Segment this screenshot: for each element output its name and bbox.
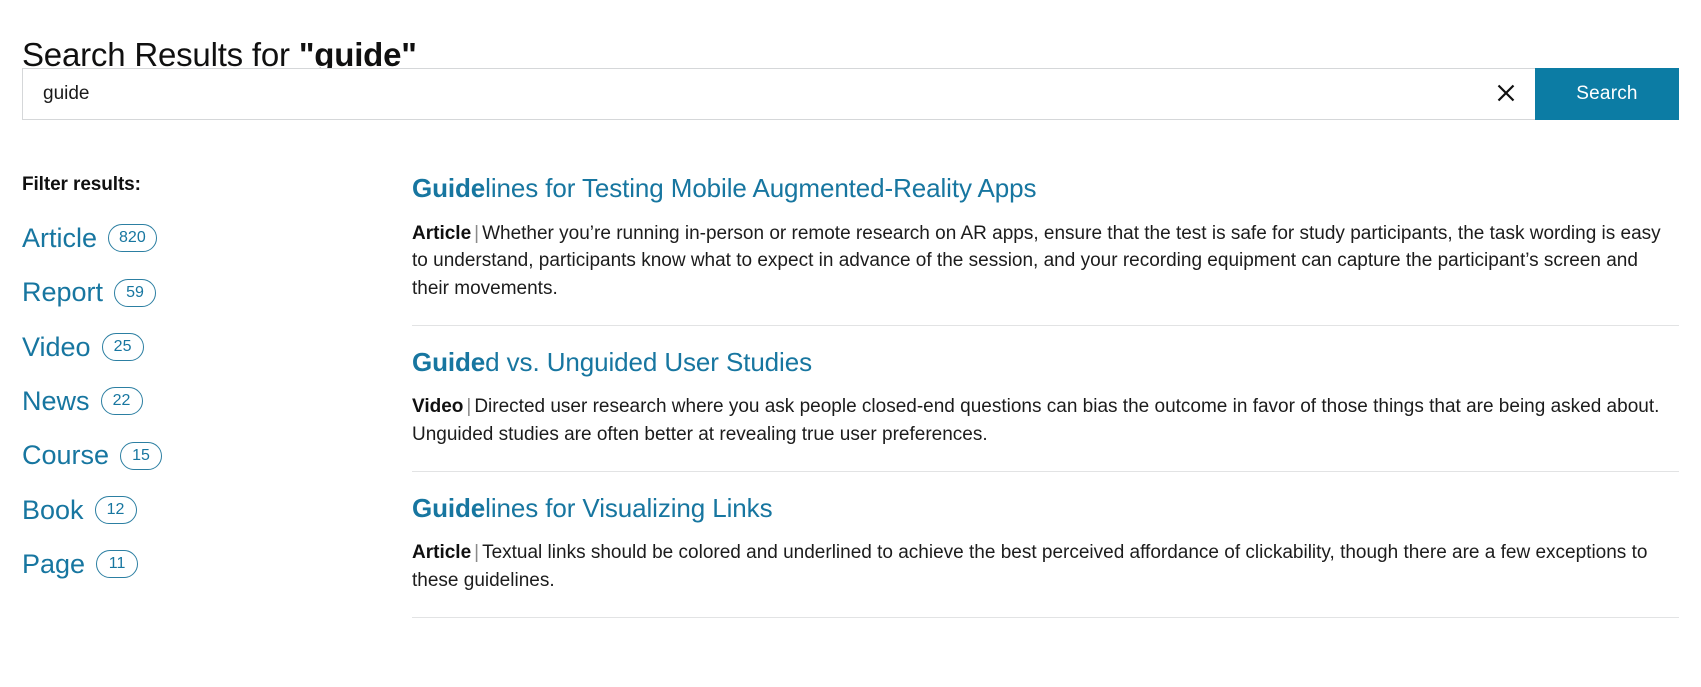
result-description: Article | Whether you’re running in-person… xyxy=(412,220,1679,303)
result-separator: | xyxy=(474,542,480,564)
result-description: Video | Directed user research where you a… xyxy=(412,393,1679,448)
result-title-match: Guide xyxy=(412,492,486,523)
result-divider xyxy=(412,324,1679,326)
result-separator: | xyxy=(474,222,480,244)
filter-item-report[interactable]: Report 59 xyxy=(22,277,157,308)
filter-sidebar: Filter results: Article 820 Report 59 Video 2… xyxy=(22,174,382,604)
search-bar: Search xyxy=(22,68,1679,120)
result-divider xyxy=(412,616,1679,618)
filter-list: Article 820 Report 59 Video 25 News 22 Course 15 B… xyxy=(22,224,382,578)
result-title-match: Guide xyxy=(412,173,486,203)
filter-item-count: 15 xyxy=(120,441,163,470)
result-title-link[interactable]: Guidelines for Testing Mobile Augmented-… xyxy=(412,173,1679,204)
filter-item-label: Article xyxy=(22,223,98,253)
result-separator: | xyxy=(466,396,472,418)
search-input[interactable] xyxy=(23,69,1535,119)
filter-item-label: Video xyxy=(22,331,91,362)
result-item: Guidelines for Testing Mobile Augmented-… xyxy=(412,173,1679,303)
result-title-link[interactable]: Guided vs. Unguided User Studies xyxy=(412,346,1679,378)
filter-item-count: 12 xyxy=(94,495,137,524)
filter-item-label: Course xyxy=(22,440,110,471)
search-results-page: Search Results for "guide" Search Filter… xyxy=(0,0,1701,687)
result-snippet: Directed user research where you ask peo… xyxy=(412,396,1660,445)
filter-item-count: 59 xyxy=(114,278,157,307)
filter-item-article[interactable]: Article 820 xyxy=(22,224,157,252)
result-item: Guided vs. Unguided User Studies Video | Di… xyxy=(412,346,1679,449)
result-snippet: Whether you’re running in-person or remo… xyxy=(412,222,1661,299)
search-input-wrapper xyxy=(22,68,1535,120)
filter-item-label: Book xyxy=(22,494,84,525)
filter-item-count: 22 xyxy=(100,387,143,416)
filter-item-count: 25 xyxy=(101,332,144,361)
filter-list-item: News 22 xyxy=(22,387,382,415)
filter-item-page[interactable]: Page 11 xyxy=(22,549,139,580)
result-type-label: Article xyxy=(412,222,472,244)
result-title-rest: lines for Testing Mobile Augmented-Reali… xyxy=(485,173,1037,203)
filter-list-item: Video 25 xyxy=(22,331,382,362)
filter-item-course[interactable]: Course 15 xyxy=(22,440,163,471)
filter-item-news[interactable]: News 22 xyxy=(22,387,143,415)
result-title-link[interactable]: Guidelines for Visualizing Links xyxy=(412,492,1679,524)
result-divider xyxy=(412,470,1679,472)
result-type-label: Article xyxy=(412,542,472,564)
filter-item-label: Page xyxy=(22,549,86,580)
result-item: Guidelines for Visualizing Links Article |… xyxy=(412,492,1679,595)
result-title-match: Guide xyxy=(412,346,486,377)
result-type-label: Video xyxy=(412,396,464,418)
filter-item-video[interactable]: Video 25 xyxy=(22,331,144,362)
results-list: Guidelines for Testing Mobile Augmented-… xyxy=(412,173,1679,640)
filter-item-label: Report xyxy=(22,277,104,308)
result-description: Article | Textual links should be colored … xyxy=(412,539,1679,594)
filter-heading: Filter results: xyxy=(22,174,141,195)
filter-item-count: 820 xyxy=(108,224,157,253)
close-x-icon xyxy=(1494,81,1518,108)
filter-item-label: News xyxy=(22,386,90,417)
filter-list-item: Book 12 xyxy=(22,494,382,525)
filter-list-item: Report 59 xyxy=(22,277,382,308)
search-submit-button[interactable]: Search xyxy=(1535,68,1679,120)
filter-list-item: Page 11 xyxy=(22,550,382,578)
result-snippet: Textual links should be colored and unde… xyxy=(412,542,1648,591)
filter-item-count: 11 xyxy=(96,550,139,579)
filter-item-book[interactable]: Book 12 xyxy=(22,494,137,525)
result-title-rest: d vs. Unguided User Studies xyxy=(485,346,812,377)
clear-search-button[interactable] xyxy=(1491,79,1521,109)
filter-list-item: Article 820 xyxy=(22,224,382,252)
result-title-rest: lines for Visualizing Links xyxy=(485,492,773,523)
filter-list-item: Course 15 xyxy=(22,440,382,471)
